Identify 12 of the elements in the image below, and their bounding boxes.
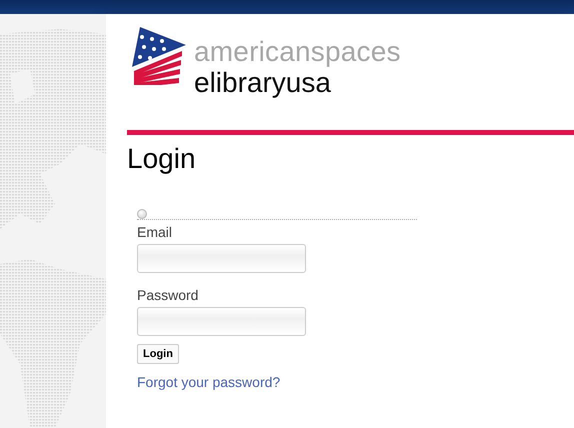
page-title: Login xyxy=(127,143,197,175)
forgot-password-link[interactable]: Forgot your password? xyxy=(137,374,280,390)
field-label: Email xyxy=(137,224,172,240)
logo-text: americanspaces xyxy=(194,37,401,67)
input-field[interactable] xyxy=(137,244,306,273)
login-button[interactable]: Login xyxy=(137,344,179,364)
logo-text: elibraryusa xyxy=(194,67,332,99)
slider-track[interactable] xyxy=(137,209,417,220)
slider-thumb[interactable] xyxy=(137,209,147,219)
field-label: Password xyxy=(137,287,198,303)
input-field[interactable] xyxy=(137,307,306,336)
flag-icon xyxy=(130,27,188,85)
